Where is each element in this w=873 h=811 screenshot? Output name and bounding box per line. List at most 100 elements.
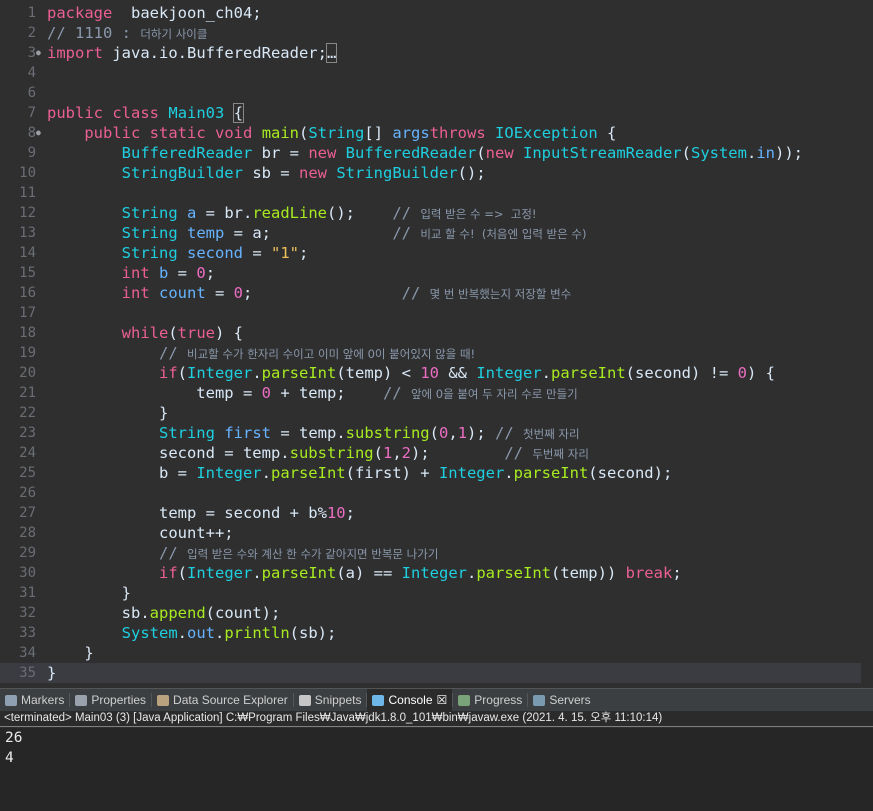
line-number: 8: [27, 125, 36, 141]
tab-properties[interactable]: Properties: [70, 689, 151, 711]
code-line[interactable]: 10 StringBuilder sb = new StringBuilder(…: [0, 163, 873, 183]
code-line[interactable]: 13 String temp = a; // 비교 할 수! (처음엔 입력 받…: [0, 223, 873, 243]
code-text: BufferedReader br = new BufferedReader(n…: [121, 144, 803, 162]
code-editor[interactable]: 1 package baekjoon_ch04; 2 // 1110 : 더하기 사이…: [0, 0, 873, 686]
code-text: // 비교할 수가 한자리 수이고 이미 앞에 0이 붙어있지 않을 때!: [158, 344, 476, 362]
bottom-panel-tabs: Markers Properties Data Source Explorer Sni…: [0, 688, 873, 711]
tab-servers[interactable]: Servers: [528, 689, 595, 711]
tab-label: Servers: [549, 693, 591, 707]
code-text: while(true) {: [121, 324, 243, 342]
tab-label: Snippets: [314, 693, 362, 707]
code-line[interactable]: 24 second = temp.substring(1,2); // 두번째 …: [0, 443, 873, 463]
code-text: }: [47, 664, 57, 682]
line-number: 29: [19, 545, 36, 561]
line-number: 22: [19, 405, 36, 421]
tab-label: Data Source Explorer: [173, 693, 288, 707]
line-number: 2: [27, 25, 36, 41]
fold-marker-icon[interactable]: ●: [36, 123, 42, 143]
close-icon[interactable]: ☒: [437, 693, 448, 707]
code-line[interactable]: 16 int count = 0; // 몇 번 반복했는지 저장할 변수: [0, 283, 873, 303]
line-number: 28: [19, 525, 36, 541]
line-number: 25: [19, 465, 36, 481]
line-number: 6: [27, 85, 36, 101]
code-line[interactable]: 2 // 1110 : 더하기 사이클: [0, 23, 873, 43]
code-line[interactable]: 25 b = Integer.parseInt(first) + Integer…: [0, 463, 873, 483]
code-text: // 입력 받은 수와 계산 한 수가 같아지면 반복문 나가기: [158, 544, 439, 562]
console-icon: [372, 694, 385, 706]
fold-marker-icon[interactable]: ●: [36, 43, 42, 63]
code-text: count++;: [47, 524, 234, 542]
editor-scrollbar[interactable]: [861, 0, 873, 686]
code-line[interactable]: 6: [0, 83, 873, 103]
code-line[interactable]: 26: [0, 483, 873, 503]
tab-label: Properties: [91, 693, 147, 707]
code-line[interactable]: 27 temp = second + b%10;: [0, 503, 873, 523]
line-number: 9: [27, 145, 36, 161]
servers-icon: [533, 694, 546, 706]
code-line[interactable]: 31 }: [0, 583, 873, 603]
code-text: package baekjoon_ch04;: [47, 4, 262, 22]
properties-icon: [75, 694, 88, 706]
code-line[interactable]: 1 package baekjoon_ch04;: [0, 3, 873, 23]
code-line[interactable]: 8 ● public static void main(String[] args…: [0, 123, 873, 143]
console-output[interactable]: 26 4: [0, 728, 873, 811]
code-text: int b = 0;: [121, 264, 216, 282]
code-line[interactable]: 19 // 비교할 수가 한자리 수이고 이미 앞에 0이 붙어있지 않을 때!: [0, 343, 873, 363]
code-line[interactable]: 29 // 입력 받은 수와 계산 한 수가 같아지면 반복문 나가기: [0, 543, 873, 563]
code-line[interactable]: 12 String a = br.readLine(); // 입력 받은 수 …: [0, 203, 873, 223]
code-line[interactable]: 3 ● import java.io.BufferedReader;…: [0, 43, 873, 63]
line-number: 10: [19, 165, 36, 181]
line-number: 27: [19, 505, 36, 521]
tab-markers[interactable]: Markers: [0, 689, 69, 711]
tab-label: Markers: [21, 693, 65, 707]
line-number: 4: [27, 65, 36, 81]
line-number: 15: [19, 265, 36, 281]
code-line[interactable]: 32 sb.append(count);: [0, 603, 873, 623]
line-number: 33: [19, 625, 36, 641]
code-line[interactable]: 35}: [0, 663, 873, 683]
progress-icon: [458, 694, 471, 706]
tab-progress[interactable]: Progress: [453, 689, 527, 711]
line-number: 13: [19, 225, 36, 241]
line-number: 26: [19, 485, 36, 501]
line-number: 19: [19, 345, 36, 361]
code-line[interactable]: 21 temp = 0 + temp; // 앞에 0을 붙여 두 자리 수로 …: [0, 383, 873, 403]
console-output-line: 26: [5, 730, 23, 746]
code-line[interactable]: 22 }: [0, 403, 873, 423]
code-line[interactable]: 30 if(Integer.parseInt(a) == Integer.par…: [0, 563, 873, 583]
code-line[interactable]: 17: [0, 303, 873, 323]
code-line[interactable]: 15 int b = 0;: [0, 263, 873, 283]
tab-label: Progress: [474, 693, 523, 707]
line-number: 1: [27, 5, 36, 21]
code-line[interactable]: 28 count++;: [0, 523, 873, 543]
code-line[interactable]: 23 String first = temp.substring(0,1); /…: [0, 423, 873, 443]
code-text: sb.append(count);: [47, 604, 281, 622]
code-line[interactable]: 14 String second = "1";: [0, 243, 873, 263]
code-line[interactable]: 11: [0, 183, 873, 203]
code-line[interactable]: 7 public class Main03 {: [0, 103, 873, 123]
code-line[interactable]: 20 if(Integer.parseInt(temp) < 10 && Int…: [0, 363, 873, 383]
code-line[interactable]: 34 }: [0, 643, 873, 663]
code-line[interactable]: 36: [0, 683, 873, 686]
code-text: String second = "1";: [121, 244, 309, 262]
line-number: 34: [19, 645, 36, 661]
line-number: 24: [19, 445, 36, 461]
code-line[interactable]: 18 while(true) {: [0, 323, 873, 343]
line-number: 12: [19, 205, 36, 221]
line-number: 11: [19, 185, 36, 201]
line-number: 18: [19, 325, 36, 341]
tab-snippets[interactable]: Snippets: [294, 689, 367, 711]
code-line[interactable]: 4: [0, 63, 873, 83]
code-text: StringBuilder sb = new StringBuilder();: [121, 164, 486, 182]
code-text: }: [47, 644, 94, 662]
code-line[interactable]: 33 System.out.println(sb);: [0, 623, 873, 643]
code-text: import java.io.BufferedReader;…: [47, 43, 338, 63]
code-text: String first = temp.substring(0,1); // 첫…: [158, 424, 580, 442]
tab-console[interactable]: Console ☒: [367, 689, 453, 711]
line-number: 32: [19, 605, 36, 621]
tab-data-source-explorer[interactable]: Data Source Explorer: [152, 689, 293, 711]
line-number: 14: [19, 245, 36, 261]
code-text: String a = br.readLine(); // 입력 받은 수 => …: [121, 204, 537, 222]
code-line[interactable]: 9 BufferedReader br = new BufferedReader…: [0, 143, 873, 163]
code-text: public class Main03 {: [47, 103, 245, 123]
